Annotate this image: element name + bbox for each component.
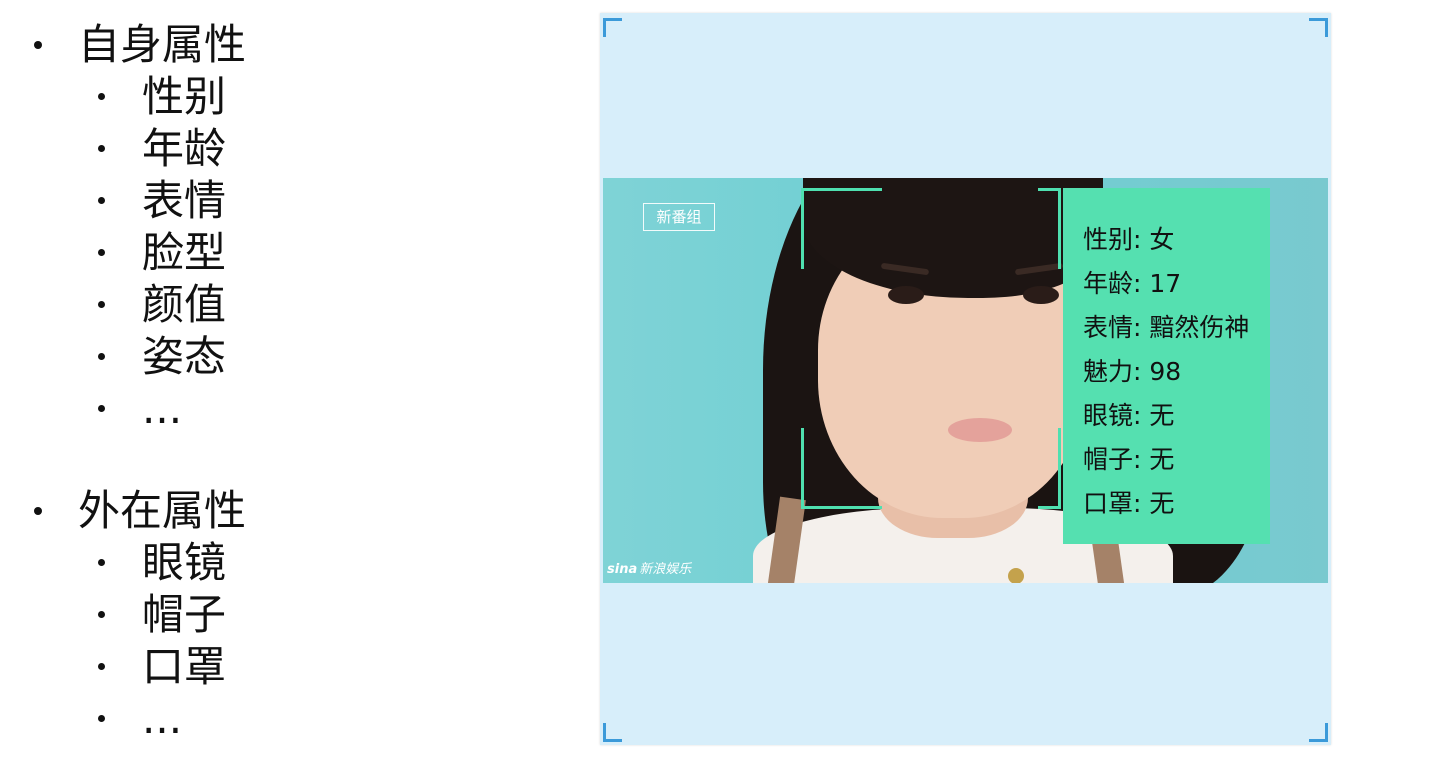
result-row-hat: 帽子: 无: [1083, 445, 1175, 474]
corner-marker-icon: [1309, 723, 1328, 742]
brand-text: 新浪娱乐: [639, 562, 692, 577]
list-item: 颜值: [97, 280, 227, 329]
result-row-charm: 魅力: 98: [1083, 357, 1182, 386]
extrinsic-attributes-heading: 外在属性: [33, 486, 247, 535]
sina-logo-icon: sina: [607, 562, 638, 577]
face-photo: 新番组 sina 新浪娱乐 性别: 女 年龄: 17 表情: 黯然伤神 魅力: 9…: [603, 178, 1328, 583]
list-item: ...: [97, 384, 183, 433]
list-item: ...: [97, 694, 183, 743]
image-panel: 新番组 sina 新浪娱乐 性别: 女 年龄: 17 表情: 黯然伤神 魅力: 9…: [600, 13, 1331, 745]
attribute-result-panel: 性别: 女 年龄: 17 表情: 黯然伤神 魅力: 98 眼镜: 无 帽子: 无…: [1063, 188, 1270, 544]
result-row-expression: 表情: 黯然伤神: [1083, 313, 1250, 342]
result-row-mask: 口罩: 无: [1083, 489, 1175, 518]
face-box-corner: [801, 188, 882, 269]
list-item: 年龄: [97, 124, 227, 173]
list-item: 姿态: [97, 332, 227, 381]
result-row-gender: 性别: 女: [1083, 225, 1175, 254]
corner-marker-icon: [603, 723, 622, 742]
corner-marker-icon: [603, 18, 622, 37]
list-item: 脸型: [97, 228, 227, 277]
intrinsic-attributes-heading: 自身属性: [33, 20, 247, 69]
result-row-age: 年龄: 17: [1083, 269, 1182, 298]
face-box-corner: [1038, 428, 1061, 509]
result-row-glasses: 眼镜: 无: [1083, 401, 1175, 430]
watermark: 新番组: [643, 203, 715, 231]
list-item: 帽子: [97, 590, 227, 639]
list-item: 口罩: [97, 642, 227, 691]
corner-marker-icon: [1309, 18, 1328, 37]
list-item: 性别: [97, 72, 227, 121]
brand-logo: sina 新浪娱乐: [607, 558, 691, 577]
face-box-corner: [801, 428, 882, 509]
face-box-corner: [1038, 188, 1061, 269]
list-item: 眼镜: [97, 538, 227, 587]
list-item: 表情: [97, 176, 227, 225]
